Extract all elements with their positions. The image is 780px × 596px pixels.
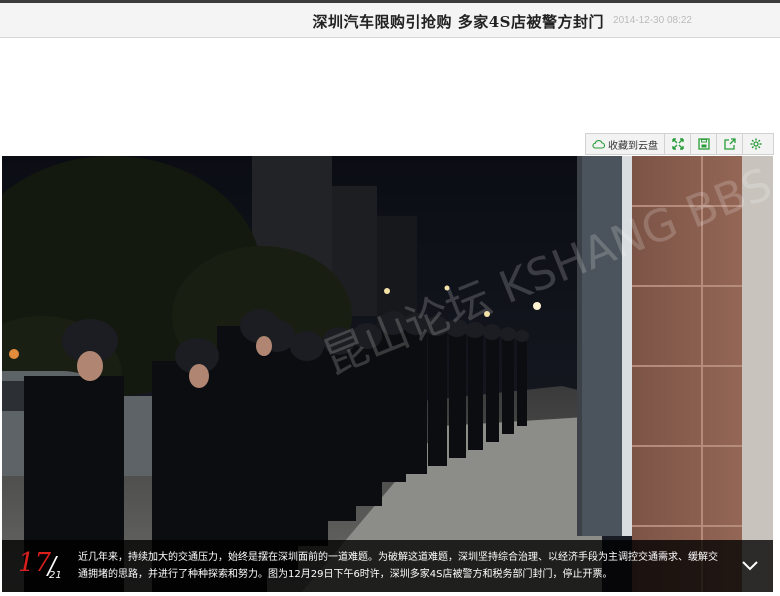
share-icon [723, 138, 736, 150]
photo-toolbar: 收藏到云盘 [585, 133, 774, 155]
chevron-down-icon [742, 561, 758, 571]
photo-scene: 昆山论坛 KSHANG BBS [2, 156, 773, 592]
settings-button[interactable] [743, 134, 768, 154]
photo-total-count: 21 [49, 570, 62, 581]
news-photo[interactable]: 昆山论坛 KSHANG BBS 17 / 21 近几年来，持续加大的交通压力，始… [2, 156, 773, 592]
fullscreen-icon [671, 138, 684, 150]
article-date: 2014-12-30 08:22 [613, 15, 692, 26]
article-title: 深圳汽车限购引抢购 多家4S店被警方封门 [312, 13, 604, 31]
photo-caption-bar: 17 / 21 近几年来，持续加大的交通压力，始终是摆在深圳面前的一道难题。为破… [2, 540, 773, 592]
save-to-cloud-label: 收藏到云盘 [608, 140, 658, 152]
settings-icon [750, 138, 761, 150]
fullscreen-button[interactable] [665, 134, 691, 154]
cloud-icon [592, 140, 605, 149]
article-title-bar: 深圳汽车限购引抢购 多家4S店被警方封门 2014-12-30 08:22 [0, 0, 780, 38]
collapse-caption-button[interactable] [739, 554, 761, 576]
photo-current-index: 17 [18, 548, 52, 578]
photo-caption-text: 近几年来，持续加大的交通压力，始终是摆在深圳面前的一道难题。为破解这道难题，深圳… [78, 552, 718, 580]
save-to-cloud-button[interactable]: 收藏到云盘 [586, 134, 665, 154]
save-button[interactable] [691, 134, 717, 154]
save-icon [697, 138, 710, 150]
share-button[interactable] [717, 134, 743, 154]
